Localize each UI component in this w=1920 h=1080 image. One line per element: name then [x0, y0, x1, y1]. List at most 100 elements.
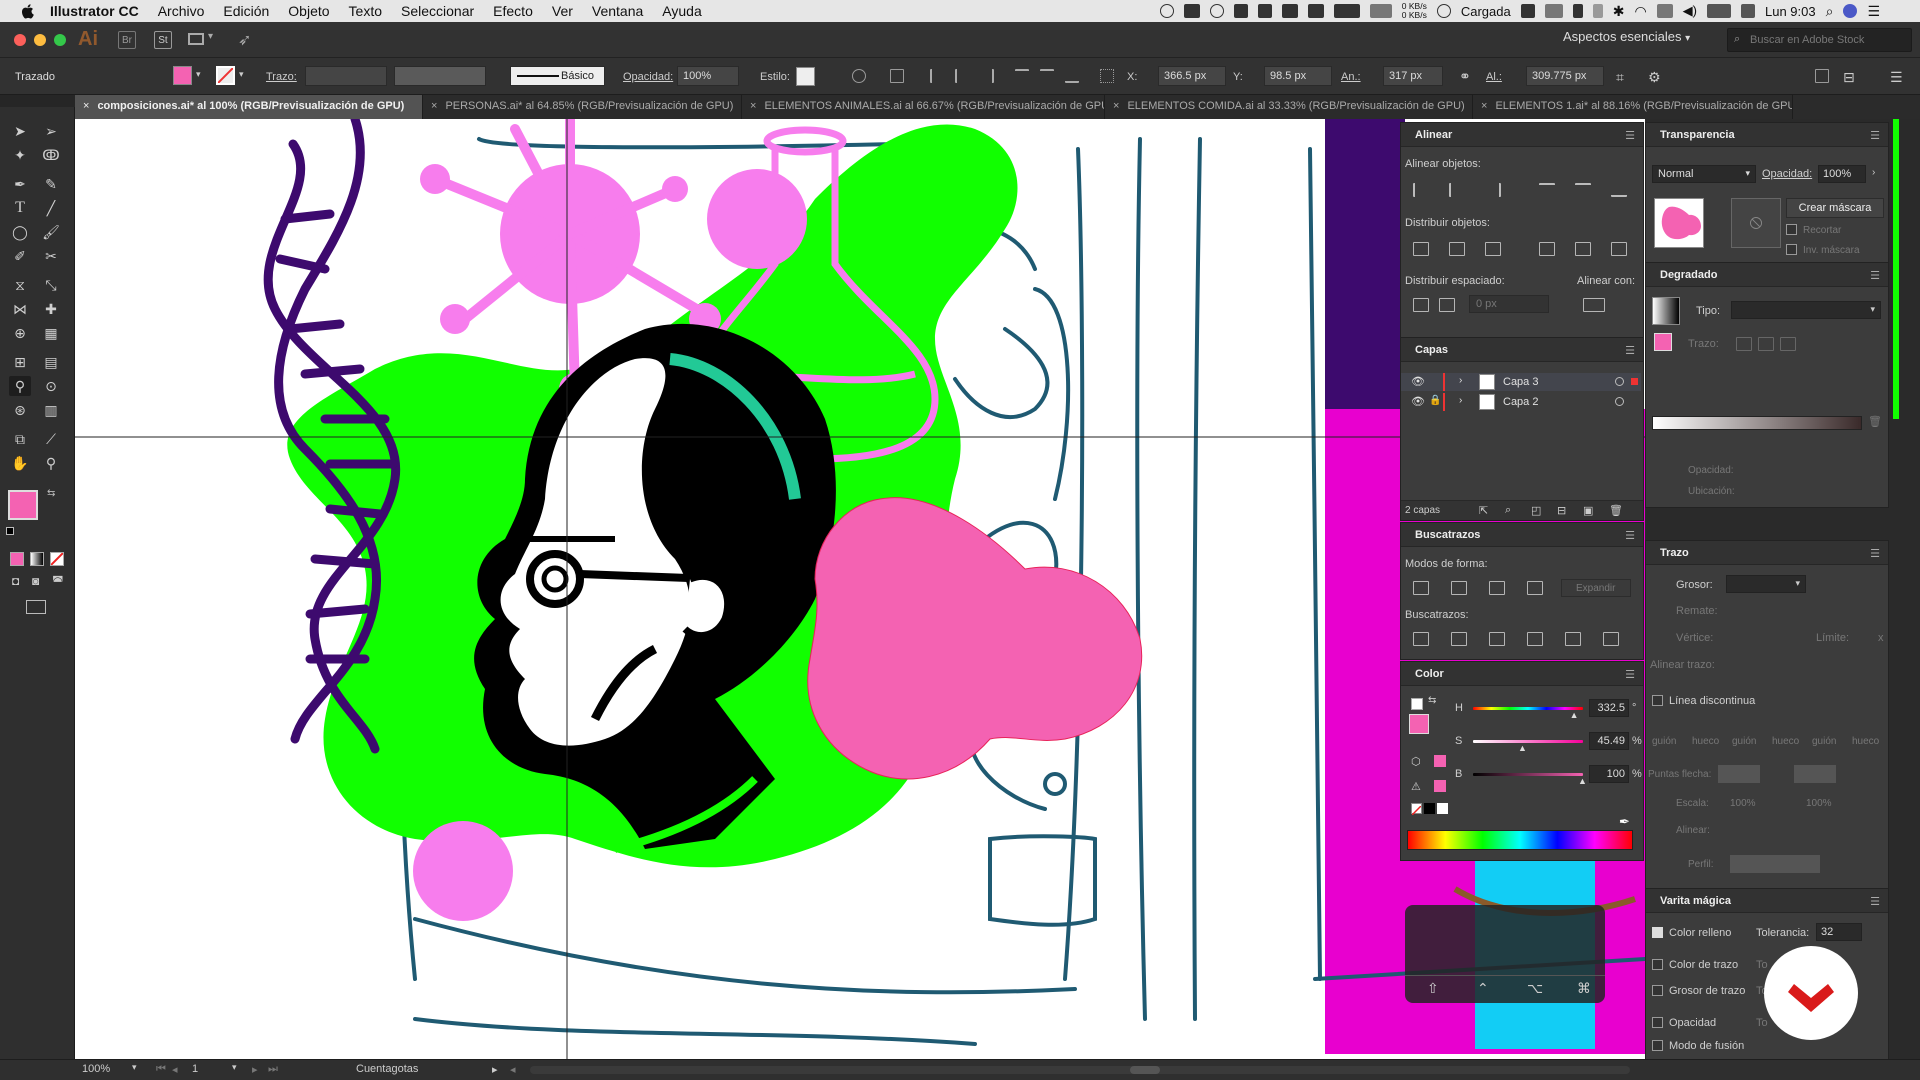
type-tool-icon[interactable]: T: [9, 198, 31, 218]
distribute-hcenter-icon[interactable]: [1575, 242, 1591, 256]
eyedropper-tool-icon[interactable]: ⚲: [9, 376, 31, 396]
align-vcenter-icon[interactable]: [1040, 69, 1054, 83]
blend-mode-checkbox[interactable]: Modo de fusión: [1652, 1040, 1744, 1052]
puppet-warp-icon[interactable]: ⚙: [1648, 69, 1662, 85]
align-bottom-icon[interactable]: [1611, 183, 1627, 197]
scroll-left-icon[interactable]: ◂: [510, 1063, 516, 1076]
fill-swatch[interactable]: [173, 66, 192, 85]
clock[interactable]: Lun 9:03: [1765, 4, 1816, 19]
menu-archivo[interactable]: Archivo: [158, 3, 205, 19]
panel-menu-icon[interactable]: ☰: [1625, 529, 1635, 542]
tolerance-input[interactable]: 32: [1816, 923, 1862, 941]
scissors-tool-icon[interactable]: ✂: [40, 246, 62, 266]
make-mask-button[interactable]: Crear máscara: [1786, 198, 1884, 218]
menu-objeto[interactable]: Objeto: [288, 3, 329, 19]
saturation-input[interactable]: 45.49: [1589, 732, 1629, 750]
workspace-switcher[interactable]: Aspectos esenciales ▾: [1563, 29, 1690, 44]
none-swatch[interactable]: [1411, 803, 1422, 816]
align-hcenter-icon[interactable]: [1449, 183, 1465, 197]
chevron-right-icon[interactable]: ›: [1872, 167, 1875, 178]
height-input[interactable]: 309.775 px: [1526, 66, 1604, 86]
transform-icon[interactable]: [890, 69, 904, 83]
screen-mode-icon[interactable]: [26, 600, 46, 614]
arrowhead-end-select[interactable]: [1794, 765, 1836, 783]
command-key-icon[interactable]: ⌘: [1577, 980, 1591, 997]
hue-input[interactable]: 332.5: [1589, 699, 1629, 717]
align-left-icon[interactable]: [1413, 183, 1429, 197]
previous-artboard-icon[interactable]: ◂: [172, 1063, 178, 1076]
hue-slider[interactable]: [1473, 707, 1583, 710]
expand-button[interactable]: Expandir: [1561, 579, 1631, 597]
chevron-right-icon[interactable]: ›: [1459, 395, 1462, 406]
panel-menu-icon[interactable]: ☰: [1870, 269, 1880, 282]
battery-level-icon[interactable]: [1706, 4, 1731, 18]
gamut-swatch[interactable]: [1434, 755, 1446, 767]
x-input[interactable]: 366.5 px: [1158, 66, 1226, 86]
fill-color-box[interactable]: [1409, 714, 1429, 734]
stroke-weight-checkbox[interactable]: Grosor de trazo: [1652, 985, 1745, 997]
distribute-vcenter-icon[interactable]: [1449, 242, 1465, 256]
fill-color-checkbox[interactable]: Color relleno: [1652, 927, 1731, 939]
intersect-icon[interactable]: [1489, 581, 1505, 595]
minus-front-icon[interactable]: [1451, 581, 1467, 595]
none-mode-icon[interactable]: [50, 552, 64, 566]
bridge-button[interactable]: Br: [118, 31, 136, 49]
chevron-down-icon[interactable]: ▾: [208, 31, 213, 42]
airplay-icon[interactable]: [1656, 4, 1673, 18]
curvature-tool-icon[interactable]: ✎: [40, 174, 62, 194]
artboard-tool-icon[interactable]: ⧉: [9, 429, 31, 449]
scrollbar-thumb[interactable]: [1130, 1066, 1160, 1074]
spacing-input[interactable]: 0 px: [1469, 295, 1549, 313]
reference-point-icon[interactable]: [1100, 69, 1114, 83]
flag-icon[interactable]: [1740, 4, 1755, 18]
arrange-documents-icon[interactable]: [188, 33, 204, 45]
outline-icon[interactable]: [1565, 632, 1581, 646]
gradient-preview[interactable]: [1652, 297, 1680, 325]
creative-cloud-icon[interactable]: [1209, 4, 1224, 18]
divide-icon[interactable]: [1413, 632, 1429, 646]
menu-app[interactable]: Illustrator CC: [50, 3, 139, 19]
menu-texto[interactable]: Texto: [349, 3, 382, 19]
gradient-type-select[interactable]: ▾: [1731, 301, 1881, 319]
menu-ver[interactable]: Ver: [552, 3, 573, 19]
export-icon[interactable]: ⇱: [1479, 504, 1488, 517]
transparency-panel-header[interactable]: Transparencia ☰: [1646, 123, 1888, 147]
layer-row-capa-3[interactable]: 👁 › Capa 3: [1401, 373, 1641, 391]
paintbrush-tool-icon[interactable]: 🖌: [40, 222, 62, 242]
web-safe-warning-icon[interactable]: ⚠: [1411, 780, 1421, 793]
menu-ventana[interactable]: Ventana: [592, 3, 643, 19]
align-bottom-icon[interactable]: [1065, 69, 1079, 83]
layers-panel-header[interactable]: Capas ☰: [1401, 338, 1643, 362]
monitor-icon[interactable]: [1333, 4, 1360, 18]
color-mode-icon[interactable]: [10, 552, 24, 566]
spotlight-icon[interactable]: ⌕: [1826, 3, 1834, 20]
minus-back-icon[interactable]: [1603, 632, 1619, 646]
default-fill-stroke-icon[interactable]: [1411, 698, 1423, 710]
menu-seleccionar[interactable]: Seleccionar: [401, 3, 474, 19]
distribute-top-icon[interactable]: [1413, 242, 1429, 256]
scale-end-input[interactable]: 100%: [1806, 798, 1832, 809]
artboard-number[interactable]: 1: [192, 1063, 198, 1075]
align-top-icon[interactable]: [1539, 183, 1555, 197]
dropbox-icon[interactable]: [1257, 4, 1272, 18]
zoom-dropdown-icon[interactable]: ▾: [132, 1062, 137, 1073]
target-icon[interactable]: [1615, 397, 1624, 406]
zoom-level[interactable]: 100%: [82, 1063, 110, 1075]
search-icon[interactable]: ⌕: [1505, 504, 1511, 517]
reflect-tool-icon[interactable]: ⧖: [9, 275, 31, 295]
draw-normal-icon[interactable]: ◘: [12, 574, 19, 588]
distribute-bottom-icon[interactable]: [1485, 242, 1501, 256]
scale-tool-icon[interactable]: ⤡: [40, 275, 62, 295]
symbol-sprayer-tool-icon[interactable]: ⊛: [9, 400, 31, 420]
direct-selection-tool-icon[interactable]: ➢: [40, 121, 62, 141]
stroke-weight-input[interactable]: [305, 66, 387, 86]
draw-inside-icon[interactable]: ◚: [52, 574, 64, 588]
first-artboard-icon[interactable]: ⏮: [156, 1063, 166, 1076]
crop-icon[interactable]: [1527, 632, 1543, 646]
new-layer-icon[interactable]: ▣: [1583, 504, 1593, 517]
stroke-dropdown-icon[interactable]: ▾: [239, 69, 244, 80]
horizontal-spacing-icon[interactable]: [1439, 298, 1455, 312]
puppet-warp-tool-icon[interactable]: ✚: [40, 299, 62, 319]
opacity-input[interactable]: 100%: [677, 66, 739, 86]
stock-button[interactable]: St: [154, 31, 172, 49]
